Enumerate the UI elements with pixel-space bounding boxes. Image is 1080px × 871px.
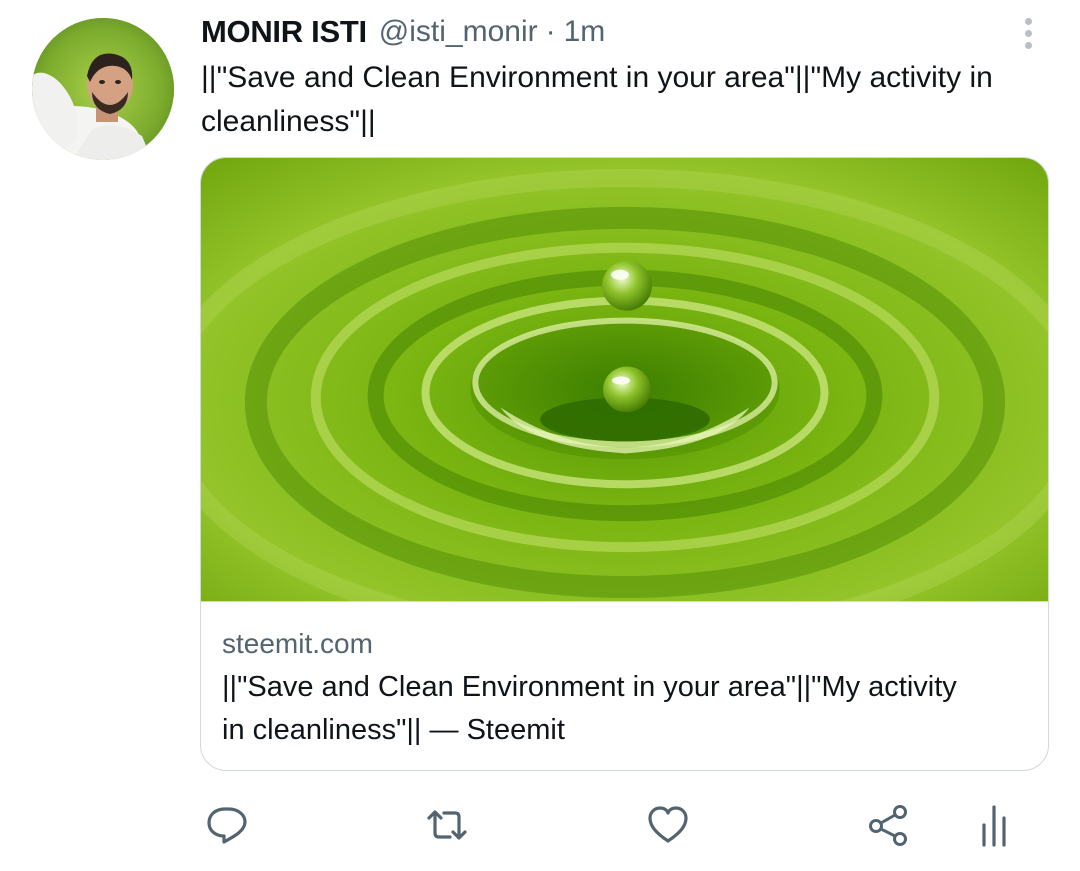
- user-photo-icon: [32, 18, 174, 160]
- card-title: ||"Save and Clean Environment in your ar…: [222, 671, 957, 746]
- avatar[interactable]: [32, 18, 174, 160]
- card-domain: steemit.com: [222, 628, 373, 659]
- heart-icon: [648, 806, 688, 843]
- analytics-icon: [982, 805, 1006, 847]
- tweet-action-bar: [0, 798, 1080, 852]
- share-icon: [869, 805, 907, 846]
- user-handle[interactable]: @isti_monir: [379, 15, 538, 49]
- more-dot-icon: [1024, 17, 1032, 25]
- reply-button[interactable]: [200, 798, 254, 852]
- reply-icon: [207, 807, 247, 844]
- more-dot-icon: [1024, 41, 1032, 49]
- card-body: steemit.com ||"Save and Clean Environmen…: [201, 602, 1048, 752]
- water-drop-ripple-icon: [201, 158, 1048, 601]
- like-button[interactable]: [641, 798, 695, 852]
- analytics-button[interactable]: [967, 798, 1021, 852]
- retweet-button[interactable]: [420, 798, 474, 852]
- tweet-text: ||"Save and Clean Environment in your ar…: [201, 61, 993, 138]
- share-button[interactable]: [861, 798, 915, 852]
- card-image[interactable]: [201, 158, 1048, 602]
- display-name[interactable]: MONIR ISTI: [201, 14, 367, 50]
- header-separator: ·: [545, 15, 556, 48]
- retweet-icon: [427, 810, 467, 840]
- tweet-header: MONIR ISTI @isti_monir · 1m: [201, 12, 1020, 52]
- timestamp[interactable]: 1m: [564, 15, 606, 49]
- link-preview-card[interactable]: steemit.com ||"Save and Clean Environmen…: [200, 157, 1049, 771]
- more-dot-icon: [1024, 29, 1032, 37]
- more-options-button[interactable]: [1008, 8, 1048, 58]
